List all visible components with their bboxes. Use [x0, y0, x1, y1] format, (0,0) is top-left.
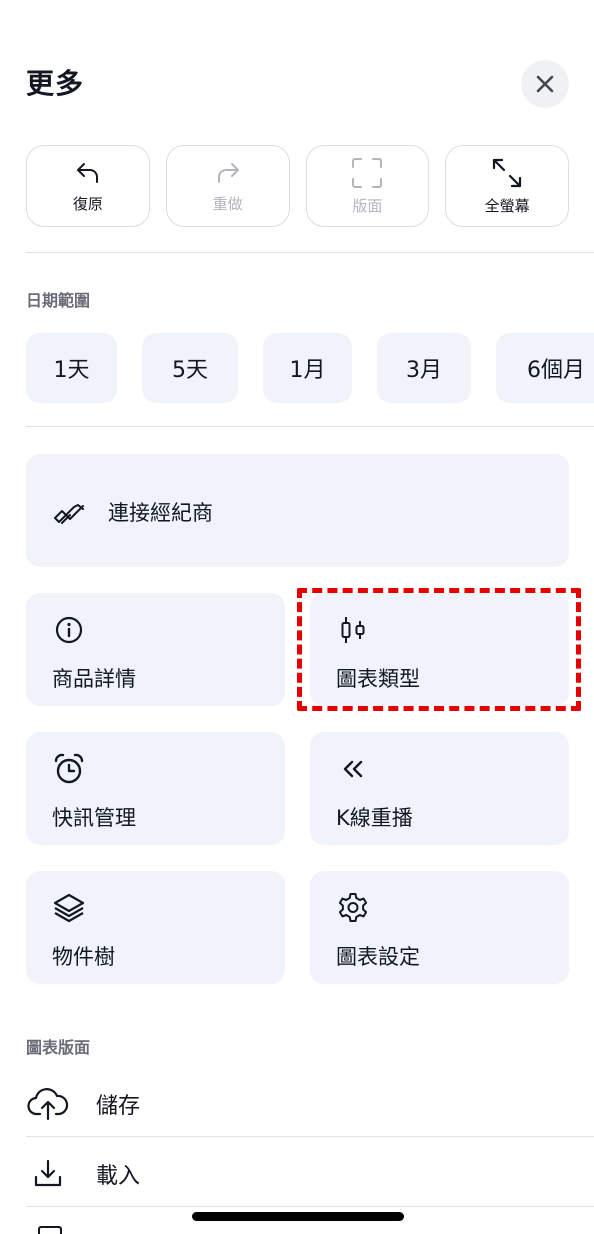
rewind-icon: [343, 760, 363, 778]
divider: [26, 1206, 594, 1207]
symbol-info-button[interactable]: 商品詳情: [26, 593, 285, 706]
range-chip-1m[interactable]: 1月: [263, 333, 352, 403]
fullscreen-button[interactable]: 全螢幕: [445, 145, 569, 227]
connect-broker-label: 連接經紀商: [108, 501, 213, 525]
object-tree-button[interactable]: 物件樹: [26, 871, 285, 984]
handshake-icon: [54, 504, 84, 524]
load-layout-label: 載入: [96, 1164, 141, 1189]
range-chip-5d[interactable]: 5天: [142, 333, 238, 403]
gear-icon: [338, 893, 368, 922]
connect-broker-button[interactable]: 連接經紀商: [26, 454, 569, 567]
fullscreen-label: 全螢幕: [484, 196, 530, 215]
highlight-annotation: [297, 588, 581, 711]
home-indicator[interactable]: [192, 1212, 404, 1221]
download-icon: [34, 1159, 62, 1187]
save-layout-item[interactable]: 儲存: [26, 1069, 594, 1139]
range-chip-3m[interactable]: 3月: [377, 333, 471, 403]
divider: [26, 426, 594, 427]
undo-button[interactable]: 復原: [26, 145, 150, 227]
cloud-upload-icon: [27, 1088, 69, 1121]
replay-label: K線重播: [336, 806, 413, 830]
layout-button[interactable]: 版面: [305, 145, 430, 227]
layout-label: 版面: [352, 196, 383, 215]
range-chip-6m[interactable]: 6個月: [496, 333, 594, 403]
redo-button[interactable]: 重做: [165, 145, 290, 227]
undo-icon: [76, 162, 98, 183]
object-tree-label: 物件樹: [52, 945, 115, 969]
date-range-options: 1天 5天 1月 3月 6個月: [26, 333, 594, 403]
layout-icon: [352, 157, 383, 188]
divider: [26, 1136, 594, 1137]
load-layout-item[interactable]: 載入: [26, 1139, 594, 1209]
divider: [26, 252, 594, 253]
range-chip-1d[interactable]: 1天: [26, 333, 117, 403]
info-icon: [55, 616, 83, 644]
next-item-icon: [38, 1226, 62, 1234]
header: 更多: [26, 60, 569, 108]
chart-layout-label: 圖表版面: [26, 1038, 91, 1057]
close-button[interactable]: [521, 60, 569, 108]
alerts-label: 快訊管理: [52, 806, 136, 830]
alarm-clock-icon: [54, 753, 84, 784]
chart-settings-label: 圖表設定: [336, 945, 420, 969]
save-layout-label: 儲存: [96, 1094, 141, 1119]
undo-label: 復原: [72, 194, 103, 213]
symbol-info-label: 商品詳情: [52, 667, 136, 691]
layers-icon: [53, 893, 85, 923]
toolbar: 復原 重做 版面 全螢幕: [26, 145, 569, 227]
redo-label: 重做: [212, 194, 243, 213]
close-icon: [536, 75, 554, 93]
date-range-label: 日期範圍: [26, 291, 91, 310]
page-title: 更多: [26, 67, 85, 100]
redo-icon: [217, 162, 239, 183]
fullscreen-icon: [493, 158, 522, 187]
chart-settings-button[interactable]: 圖表設定: [310, 871, 569, 984]
replay-button[interactable]: K線重播: [310, 732, 569, 845]
alerts-button[interactable]: 快訊管理: [26, 732, 285, 845]
